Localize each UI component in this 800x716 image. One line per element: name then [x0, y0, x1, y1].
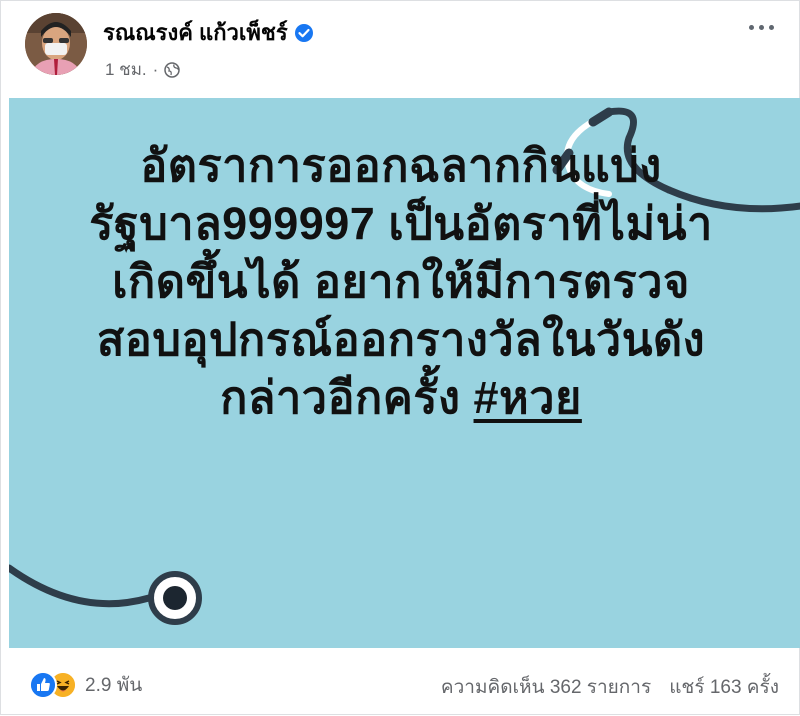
- like-reaction-icon: [29, 671, 57, 699]
- reaction-count: 2.9 พัน: [85, 675, 143, 696]
- reactions-summary[interactable]: 2.9 พัน: [29, 670, 142, 700]
- post-text: อัตราการออกฉลากกินแบ่ง รัฐบาล999997 เป็น…: [1, 137, 800, 427]
- author-name-row: รณณรงค์ แก้วเพ็ชร์: [103, 15, 314, 50]
- more-options-icon[interactable]: [749, 21, 779, 33]
- meta-separator: ·: [152, 59, 159, 79]
- post-text-line: กล่าวอีกครั้ง: [220, 372, 461, 423]
- shares-count-link[interactable]: แชร์ 163 ครั้ง: [669, 672, 779, 702]
- hashtag-link[interactable]: #หวย: [474, 372, 582, 423]
- post-text-line: เกิดขึ้นได้ อยากให้มีการตรวจ: [112, 256, 690, 307]
- more-dot: [769, 24, 774, 30]
- post-text-line: สอบอุปกรณ์ออกรางวัลในวันดัง: [96, 314, 706, 365]
- verified-badge-icon: [294, 23, 313, 42]
- globe-icon[interactable]: [164, 61, 181, 78]
- author-name[interactable]: รณณรงค์ แก้วเพ็ชร์: [103, 15, 288, 50]
- avatar-image: [25, 13, 87, 75]
- post-text-line: อัตราการออกฉลากกินแบ่ง: [140, 140, 662, 191]
- post-footer: 2.9 พัน ความคิดเห็น 362 รายการ แชร์ 163 …: [1, 648, 800, 716]
- post-card: รณณรงค์ แก้วเพ็ชร์ 1 ชม. · อัตราการออกฉล…: [0, 0, 800, 715]
- post-meta: 1 ชม. ·: [105, 56, 181, 83]
- avatar[interactable]: [25, 13, 87, 75]
- more-dot: [749, 24, 754, 30]
- more-dot: [759, 24, 764, 30]
- post-time[interactable]: 1 ชม.: [105, 56, 147, 83]
- comments-count-link[interactable]: ความคิดเห็น 362 รายการ: [441, 672, 651, 702]
- post-header: รณณรงค์ แก้วเพ็ชร์ 1 ชม. ·: [1, 1, 800, 98]
- post-text-line: รัฐบาล999997 เป็นอัตราที่ไม่น่า: [89, 198, 713, 249]
- post-text-line-last: กล่าวอีกครั้ง #หวย: [1, 369, 800, 427]
- engagement-stats: ความคิดเห็น 362 รายการ แชร์ 163 ครั้ง: [441, 672, 779, 702]
